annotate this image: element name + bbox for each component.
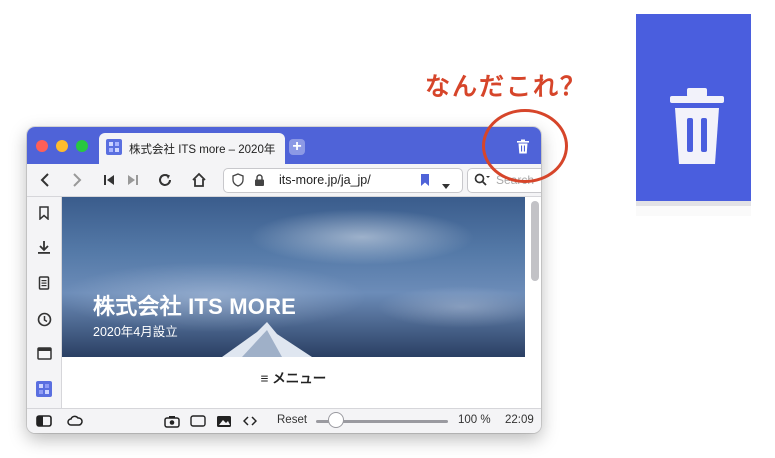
home-icon[interactable] (189, 170, 209, 190)
history-icon[interactable] (36, 311, 52, 327)
tab-active[interactable]: 株式会社 ITS more – 2020年 (99, 133, 285, 164)
window-icon[interactable] (36, 345, 52, 361)
clock: 22:09 (505, 414, 534, 426)
zoom-window-button[interactable] (76, 140, 88, 152)
lock-icon (254, 174, 265, 192)
bookmark-icon[interactable] (420, 173, 430, 192)
tiling-icon[interactable] (190, 414, 206, 428)
cloud-sync-icon[interactable] (67, 414, 83, 428)
panel-toggle-icon[interactable] (36, 414, 52, 428)
hero-image: 株式会社 ITS MORE 2020年4月設立 (62, 197, 525, 357)
reload-icon[interactable] (155, 170, 175, 190)
shield-icon[interactable] (232, 173, 244, 192)
url-text: its-more.jp/ja_jp/ (279, 173, 371, 187)
minimize-window-button[interactable] (56, 140, 68, 152)
browser-window: 株式会社 ITS more – 2020年 + its-more.jp/ja_j… (27, 127, 541, 433)
status-bar: Reset 100 % 22:09 (27, 408, 541, 433)
site-favicon-icon (106, 139, 122, 158)
forward-button[interactable] (67, 170, 87, 190)
hero-subtitle: 2020年4月設立 (93, 325, 178, 339)
search-icon (474, 173, 490, 192)
back-button[interactable] (35, 170, 55, 190)
download-icon[interactable] (36, 239, 52, 255)
fast-forward-button[interactable] (125, 170, 141, 190)
mountain-peak-image (222, 322, 312, 357)
menu-toggle[interactable]: ≡ メニュー (62, 367, 525, 387)
annotation-circle (482, 109, 568, 183)
bookmarks-panel-icon[interactable] (36, 205, 52, 221)
vertical-scrollbar[interactable] (531, 201, 539, 281)
page-actions-icon[interactable] (243, 414, 257, 428)
zoomed-trash-inset (636, 14, 751, 216)
chevron-down-icon[interactable] (442, 177, 450, 195)
hero-title: 株式会社 ITS MORE (93, 294, 297, 319)
rewind-button[interactable] (101, 170, 117, 190)
close-window-button[interactable] (36, 140, 48, 152)
annotation-text: なんだこれ？ (425, 73, 588, 101)
notes-icon[interactable] (36, 275, 52, 291)
web-content: 株式会社 ITS MORE 2020年4月設立 ≡ メニュー (62, 197, 541, 409)
tab-title: 株式会社 ITS more – 2020年 (129, 143, 276, 156)
zoom-level: 100 % (458, 414, 491, 426)
favicon-panel-icon[interactable] (36, 381, 52, 397)
new-tab-button[interactable]: + (289, 139, 305, 155)
image-toggle-icon[interactable] (216, 414, 232, 428)
sidebar-panel (27, 197, 62, 409)
zoom-reset-button[interactable]: Reset (277, 414, 307, 426)
capture-icon[interactable] (164, 414, 180, 428)
trash-icon (670, 88, 724, 164)
zoom-slider-knob[interactable] (327, 412, 344, 428)
toolbar: its-more.jp/ja_jp/ Search (27, 164, 541, 197)
title-bar: 株式会社 ITS more – 2020年 + (27, 127, 541, 164)
address-bar[interactable]: its-more.jp/ja_jp/ (223, 168, 463, 193)
